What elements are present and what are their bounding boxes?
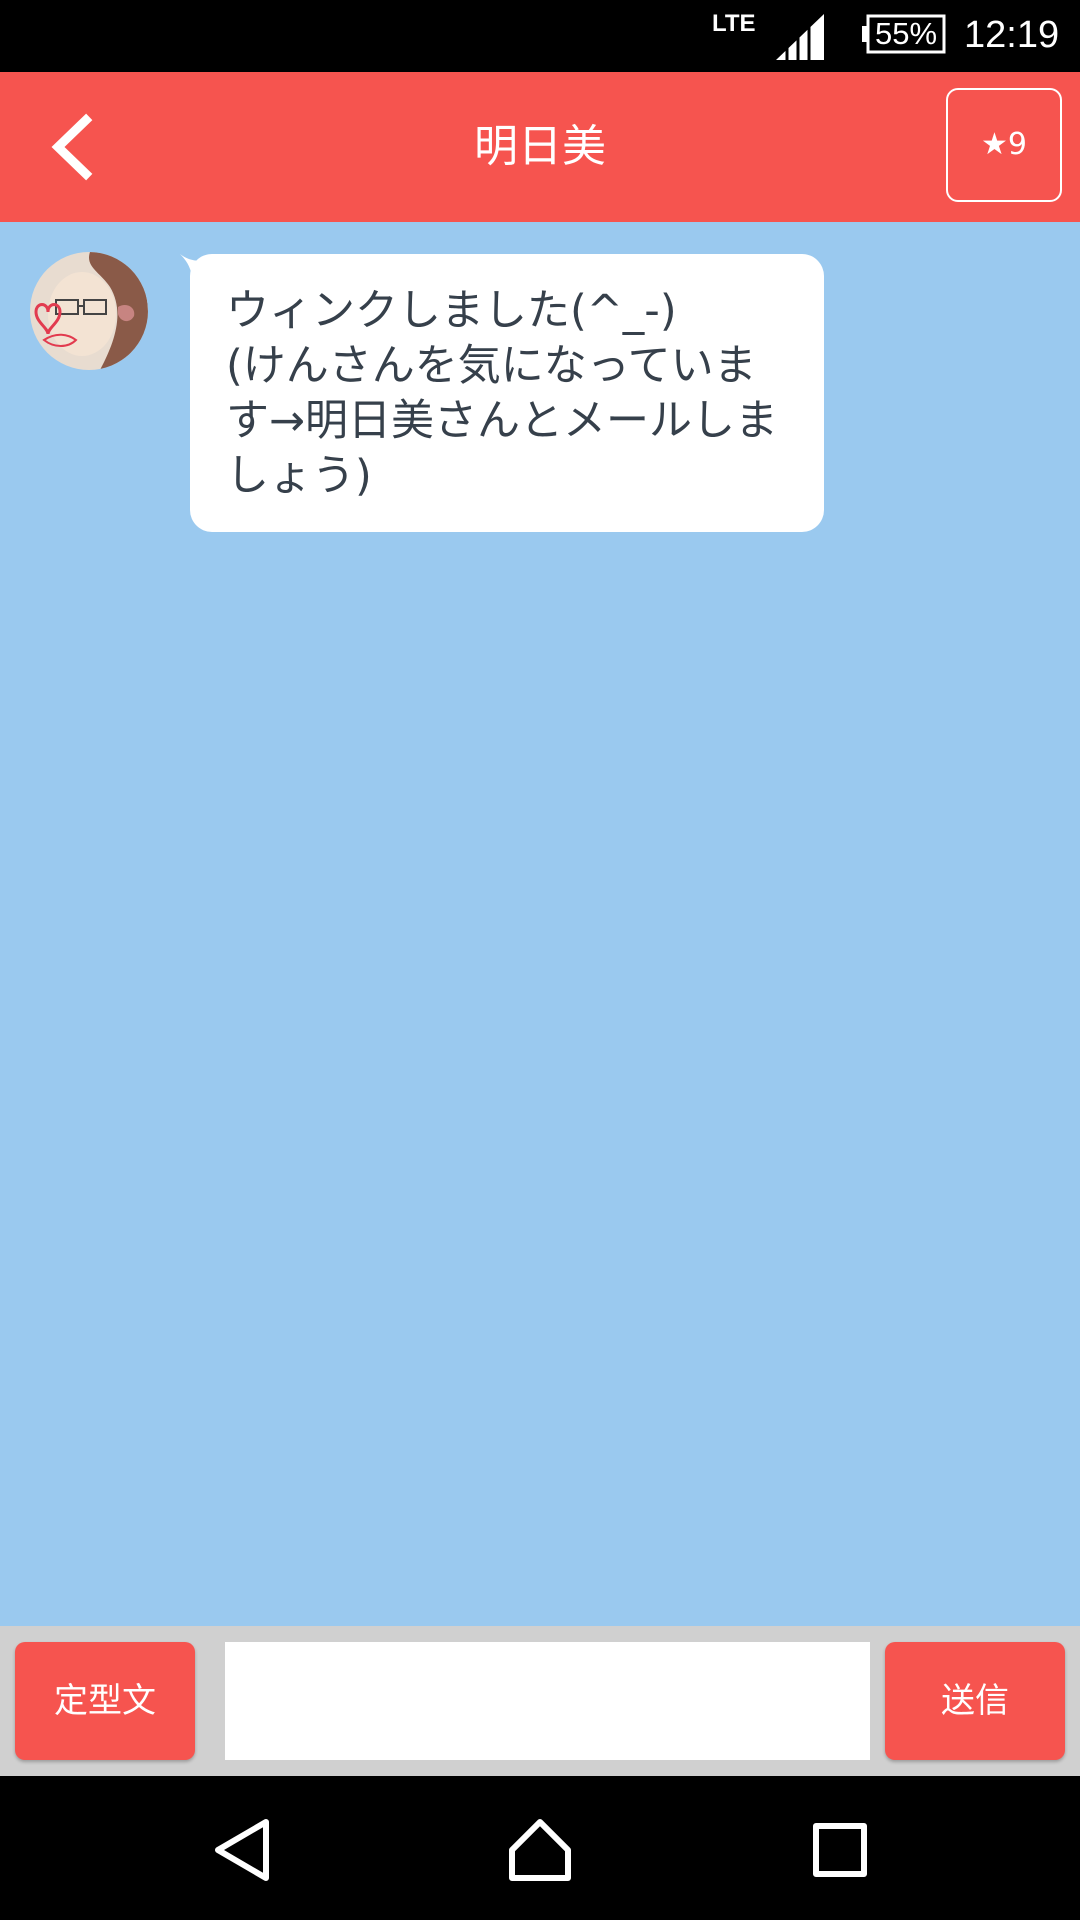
message-bubble: ウィンクしました(^_-) (けんさんを気になっています→明日美さんとメールしま…	[190, 254, 824, 532]
status-bar: LTE 55% 12:19	[0, 0, 1080, 72]
page-title: 明日美	[474, 121, 606, 172]
message-input[interactable]	[225, 1642, 870, 1760]
template-button[interactable]: 定型文	[15, 1642, 195, 1760]
send-button[interactable]: 送信	[885, 1642, 1065, 1760]
clock: 12:19	[964, 14, 1060, 56]
signal-icon	[776, 14, 824, 60]
home-icon[interactable]	[508, 1818, 572, 1882]
battery-level: 55%	[874, 16, 938, 51]
avatar[interactable]	[30, 252, 148, 370]
star-button[interactable]: ★9	[946, 88, 1062, 202]
avatar-image	[30, 252, 148, 370]
back-triangle-icon[interactable]	[210, 1818, 274, 1882]
chat-area[interactable]: ウィンクしました(^_-) (けんさんを気になっています→明日美さんとメールしま…	[0, 222, 1080, 1626]
navigation-bar	[0, 1776, 1080, 1920]
app-header: 明日美 ★9	[0, 72, 1080, 222]
chevron-left-icon[interactable]	[40, 112, 110, 182]
input-bar: 定型文 送信	[0, 1626, 1080, 1776]
recents-square-icon[interactable]	[808, 1818, 872, 1882]
network-type: LTE	[712, 10, 756, 37]
